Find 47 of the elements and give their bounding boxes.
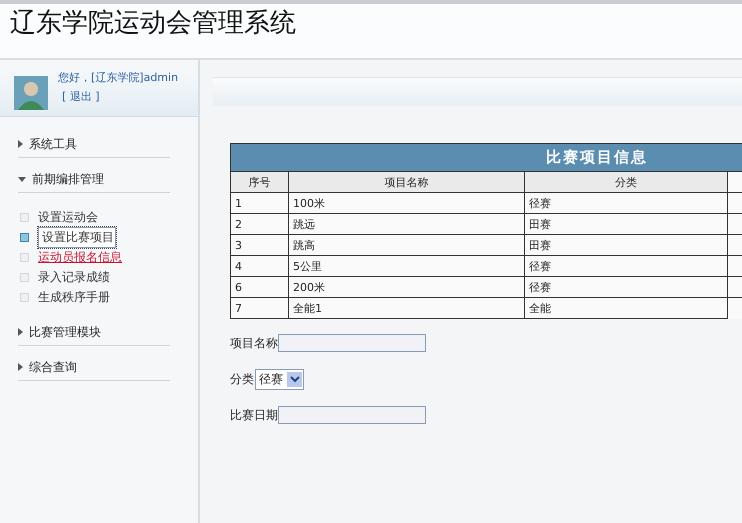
caret-icon	[287, 372, 302, 386]
input-field[interactable]	[278, 406, 426, 424]
greeting-text: 您好，[辽东学院]admin	[58, 70, 178, 85]
sidebar-item[interactable]: 生成秩序手册	[37, 288, 111, 306]
table-cell: 田赛	[524, 214, 728, 234]
field-label: 项目名称	[230, 334, 278, 352]
table-cell: 1	[230, 192, 288, 214]
avatar-icon	[14, 76, 48, 110]
category-select[interactable]: 径赛	[255, 368, 304, 390]
field-label: 比赛日期	[230, 406, 278, 424]
input-field[interactable]	[278, 334, 426, 352]
table-cell: 全能1	[288, 298, 524, 318]
section-header[interactable]: 系统工具	[18, 131, 170, 158]
sidebar-item[interactable]: 设置运动会	[37, 208, 99, 226]
table-cell: 7	[230, 298, 288, 318]
list-bullet-icon	[20, 292, 29, 302]
table-cell: 径赛	[524, 256, 728, 276]
table-cell: 200米	[288, 276, 524, 298]
list-bullet-icon	[20, 252, 29, 262]
table-cell: 2	[230, 214, 288, 234]
table-cell: 径赛	[524, 192, 728, 214]
sidebar-item[interactable]: 录入记录成绩	[37, 268, 111, 286]
table-cell: 5公里	[288, 256, 524, 276]
section-header[interactable]: 前期编排管理	[18, 166, 170, 193]
table-cell: 3	[230, 234, 288, 256]
column-header: 序号	[230, 172, 288, 192]
field-label: 分类	[230, 370, 254, 388]
table-cell: 跳高	[288, 234, 524, 256]
sidebar-item[interactable]: 运动员报名信息	[37, 248, 123, 266]
logout-link[interactable]: [ 退出 ]	[58, 89, 100, 104]
list-bullet-icon	[20, 232, 29, 242]
section-header[interactable]: 综合查询	[18, 354, 170, 381]
table-cell: 径赛	[524, 276, 728, 298]
column-header: 项目名称	[288, 172, 524, 192]
page-title: 辽东学院运动会管理系统	[10, 7, 296, 40]
sidebar-item[interactable]: 设置比赛项目	[38, 226, 116, 248]
column-header: 分类	[524, 172, 728, 192]
table-cell: 4	[230, 256, 288, 276]
table-cell: 100米	[288, 192, 524, 214]
table-cell: 全能	[524, 298, 728, 318]
table-cell: 田赛	[524, 234, 728, 256]
table-cell: 6	[230, 276, 288, 298]
section-header[interactable]: 比赛管理模块	[18, 319, 170, 346]
table-title: 比赛项目信息	[230, 144, 742, 172]
list-bullet-icon	[20, 212, 29, 222]
list-bullet-icon	[20, 272, 29, 282]
table-cell: 跳远	[288, 214, 524, 234]
